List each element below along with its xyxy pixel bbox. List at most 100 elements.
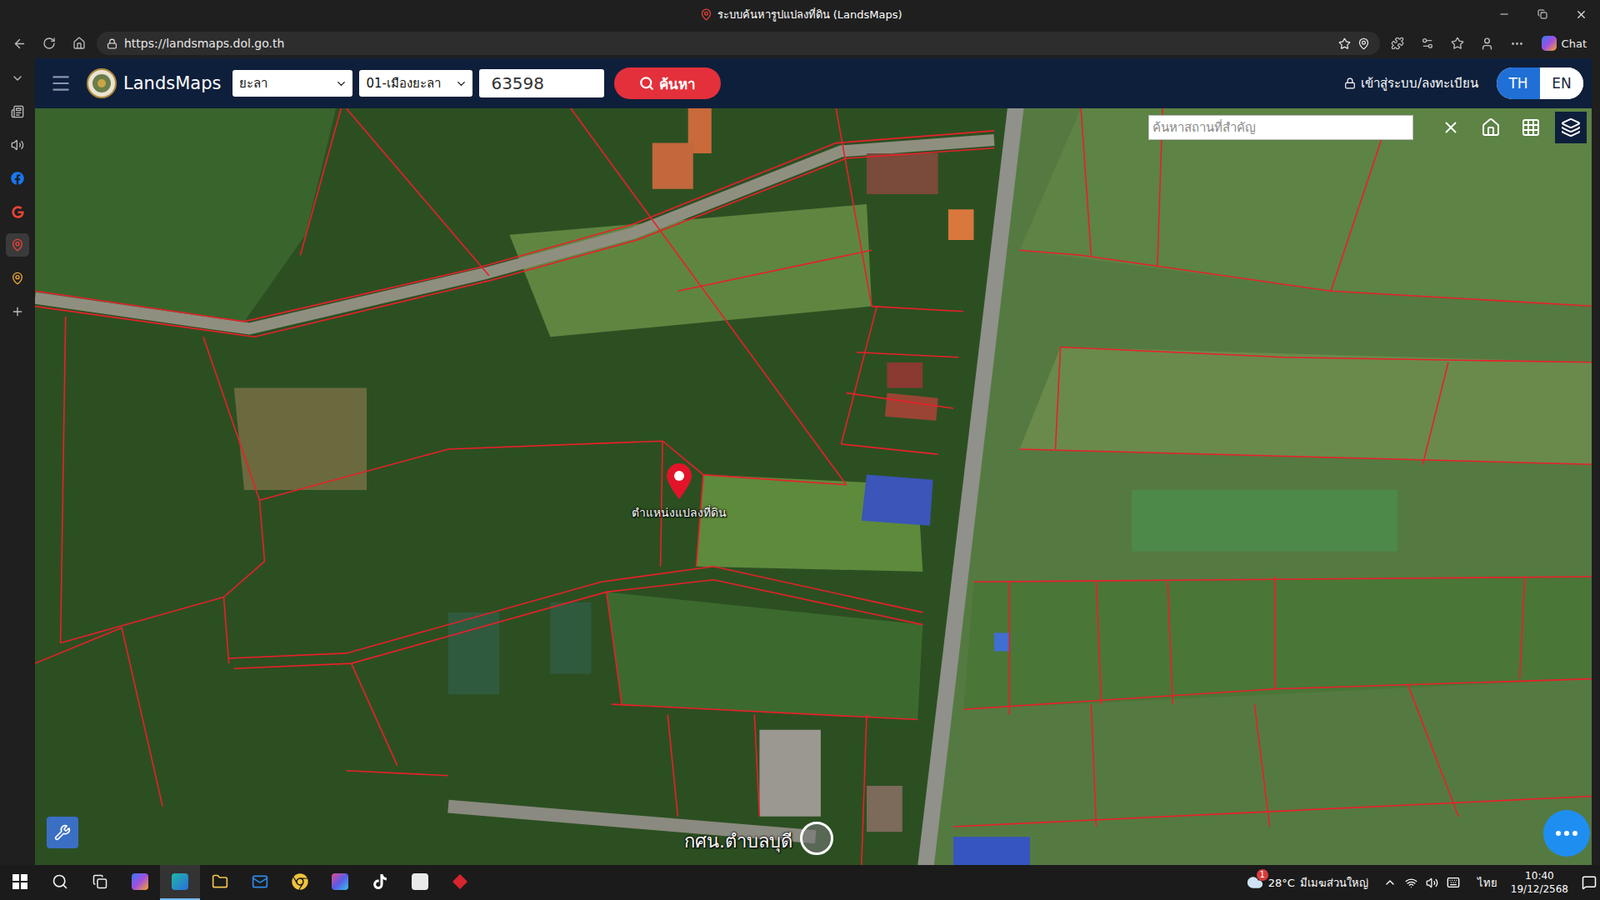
keyboard-icon[interactable] [1446, 875, 1460, 890]
favorites-button[interactable] [1445, 30, 1470, 56]
taskbar-app[interactable] [200, 865, 240, 900]
window-controls [1485, 0, 1600, 29]
puzzle-icon [1390, 36, 1405, 50]
grid-icon [1520, 117, 1541, 138]
taskbar-app[interactable] [120, 865, 160, 900]
search-button[interactable] [40, 865, 80, 900]
lock-icon [106, 38, 118, 50]
menu-icon[interactable] [50, 72, 72, 95]
main: LandsMaps ยะลา01-เมืองยะลา63598 ค้นหา เข้าส… [0, 58, 1600, 865]
taskbar-app[interactable] [280, 865, 320, 900]
clock[interactable]: 10:4019/12/2568 [1505, 869, 1574, 896]
province-select[interactable]: ยะลา [232, 70, 353, 97]
extensions-button[interactable] [1385, 30, 1410, 56]
close-button[interactable] [1561, 0, 1600, 29]
map-pin-icon [10, 238, 25, 252]
refresh-icon [42, 36, 56, 50]
url-field[interactable]: https://landsmaps.dol.go.th [96, 31, 1380, 55]
search-icon [639, 75, 655, 91]
brand: LandsMaps [86, 68, 221, 99]
restore-button[interactable] [1523, 0, 1562, 29]
sidebar-item[interactable] [5, 200, 30, 224]
address-bar: https://landsmaps.dol.go.th Chat [0, 28, 1600, 59]
notification-icon[interactable] [1581, 875, 1597, 890]
chat-fab[interactable] [1543, 810, 1590, 857]
taskbar: 128°Cมีเมฆส่วนใหญ่ ไทย 10:4019/12/2568 [0, 865, 1600, 900]
layers-button[interactable] [1555, 111, 1587, 144]
chevron-icon [10, 71, 25, 85]
google-icon [11, 205, 25, 219]
taskbar-app[interactable] [160, 865, 200, 900]
dol-logo-icon [86, 68, 117, 99]
input-language[interactable]: ไทย [1477, 874, 1498, 892]
favorite-icon[interactable] [1338, 37, 1351, 50]
home-button[interactable] [1475, 111, 1507, 144]
sidebar-item[interactable] [5, 133, 30, 157]
window-title: ระบบค้นหารูปแปลงที่ดิน (LandsMaps) [0, 5, 1485, 24]
map[interactable]: ค้นหาสถานที่สำคัญตำแหน่งแปลงที่ดินกศน.ตำ… [35, 108, 1592, 865]
minimize-icon [1498, 8, 1510, 20]
chat-button[interactable]: Chat [1535, 31, 1594, 55]
sidebar-item[interactable] [5, 266, 30, 290]
task-view-icon [92, 874, 108, 890]
copilot-icon [131, 873, 149, 890]
location-icon[interactable] [1357, 37, 1370, 50]
network-icon[interactable] [1405, 876, 1418, 890]
facebook-icon [10, 171, 25, 185]
diamond-icon [451, 873, 469, 890]
home-button[interactable] [66, 30, 92, 56]
task-view-button[interactable] [80, 865, 120, 900]
weather-widget[interactable]: 128°Cมีเมฆส่วนใหญ่ [1246, 874, 1375, 892]
refresh-button[interactable] [36, 30, 62, 56]
clear-button[interactable] [1435, 111, 1467, 144]
parcel-number-input[interactable]: 63598 [479, 69, 605, 98]
sidebar-item[interactable] [5, 66, 30, 90]
maps-icon [10, 271, 25, 285]
sidebar-item[interactable] [5, 233, 30, 257]
taskbar-app[interactable] [240, 865, 280, 900]
chevron-icon [335, 77, 348, 90]
taskbar-app[interactable] [320, 865, 360, 900]
weather-badge: 1 [1256, 869, 1269, 881]
language-icon [1468, 882, 1470, 884]
search-icon [51, 873, 69, 890]
m365-icon [331, 873, 349, 890]
language-option[interactable]: EN [1540, 67, 1584, 100]
taskbar-app[interactable] [400, 865, 440, 900]
news-icon [10, 105, 25, 119]
taskbar-app[interactable] [440, 865, 480, 900]
sidebar-item[interactable] [5, 166, 30, 190]
minimize-button[interactable] [1485, 0, 1524, 29]
parcel-pin [664, 461, 695, 500]
search-button[interactable]: ค้นหา [614, 67, 721, 100]
profile-button[interactable] [1475, 30, 1500, 56]
sidebar-item[interactable] [5, 100, 30, 124]
login-link[interactable]: เข้าสู่ระบบ/ลงทะเบียน [1344, 73, 1479, 94]
edge-icon [171, 873, 189, 890]
district-select[interactable]: 01-เมืองยะลา [359, 70, 473, 97]
place-marker[interactable] [800, 821, 834, 855]
grid-button[interactable] [1515, 111, 1547, 144]
start-button[interactable] [0, 865, 40, 900]
settings-icon [1420, 36, 1435, 50]
close-icon [1575, 8, 1588, 21]
place-search-input[interactable]: ค้นหาสถานที่สำคัญ [1148, 115, 1414, 140]
performance-button[interactable] [1415, 30, 1440, 56]
app-icon [411, 873, 429, 890]
language-option[interactable]: TH [1496, 67, 1540, 100]
taskbar-app[interactable] [360, 865, 400, 900]
pin-label: ตำแหน่งแปลงที่ดิน [631, 503, 727, 522]
back-button[interactable] [6, 30, 32, 56]
profile-icon [1480, 36, 1495, 51]
tools-button[interactable] [46, 816, 79, 849]
tray-expand-icon[interactable] [1383, 875, 1397, 890]
url-text: https://landsmaps.dol.go.th [124, 36, 1332, 50]
map-controls: ค้นหาสถานที่สำคัญ [1148, 111, 1587, 144]
clear-icon [1441, 118, 1460, 137]
screen: ระบบค้นหารูปแปลงที่ดิน (LandsMaps) https:… [0, 0, 1600, 900]
title-bar: ระบบค้นหารูปแปลงที่ดิน (LandsMaps) [0, 0, 1600, 29]
volume-icon[interactable] [1425, 876, 1439, 890]
home-icon [72, 36, 86, 50]
more-button[interactable] [1505, 30, 1530, 56]
sidebar-add[interactable] [5, 300, 30, 324]
